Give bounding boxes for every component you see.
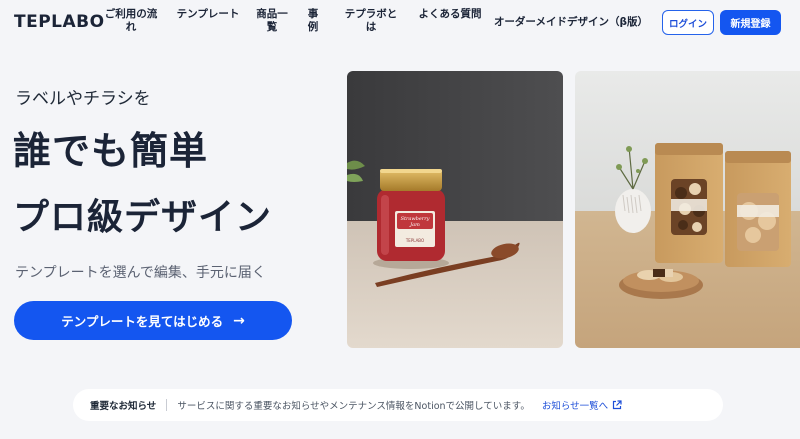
important-notice-bar: 重要なお知らせ サービスに関する重要なお知らせやメンテナンス情報をNotionで… [73, 389, 723, 421]
external-link-icon [613, 400, 622, 410]
nav-item-custom-design[interactable]: オーダーメイドデザイン（β版） [493, 16, 649, 29]
jam-label-line2: Jam [409, 222, 420, 228]
nav-item-cases[interactable]: 事例 [306, 8, 320, 34]
signup-button[interactable]: 新規登録 [720, 10, 781, 35]
jam-label-brand: TEPLABO [405, 238, 424, 243]
nav-item-faq[interactable]: よくある質問 [418, 8, 482, 21]
logo[interactable]: TEPLABO [14, 12, 105, 32]
start-templates-button[interactable]: テンプレートを見てはじめる → [14, 301, 292, 340]
nav-item-templates[interactable]: テンプレート [176, 8, 240, 21]
cookies-photo [575, 71, 800, 348]
hero-subtitle: ラベルやチラシを [15, 89, 151, 109]
notice-text: サービスに関する重要なお知らせやメンテナンス情報をNotionで公開しています。 [177, 401, 530, 412]
cta-label: テンプレートを見てはじめる [61, 314, 224, 329]
hero-title-line1: 誰でも簡単 [13, 129, 209, 173]
hero-description: テンプレートを選んで編集、手元に届く [15, 265, 266, 281]
notice-label: 重要なお知らせ [90, 401, 157, 412]
hero-title-line2: プロ級デザイン [13, 197, 273, 238]
nav-item-flow[interactable]: ご利用の流れ [100, 8, 162, 34]
page: TEPLABO ご利用の流れ テンプレート 商品一覧 事例 テプラボとは よくあ… [0, 0, 800, 439]
jam-jar-photo: Strawberry Jam TEPLABO [347, 71, 563, 348]
arrow-right-icon: → [233, 312, 245, 329]
notice-divider [166, 399, 168, 411]
nav-item-products[interactable]: 商品一覧 [253, 8, 291, 34]
nav-item-about[interactable]: テプラボとは [341, 8, 401, 34]
notice-link-label: お知らせ一覧へ [541, 401, 609, 412]
header: TEPLABO ご利用の流れ テンプレート 商品一覧 事例 テプラボとは よくあ… [0, 0, 800, 46]
login-button[interactable]: ログイン [662, 10, 714, 35]
notice-list-link[interactable]: お知らせ一覧へ [542, 398, 622, 412]
